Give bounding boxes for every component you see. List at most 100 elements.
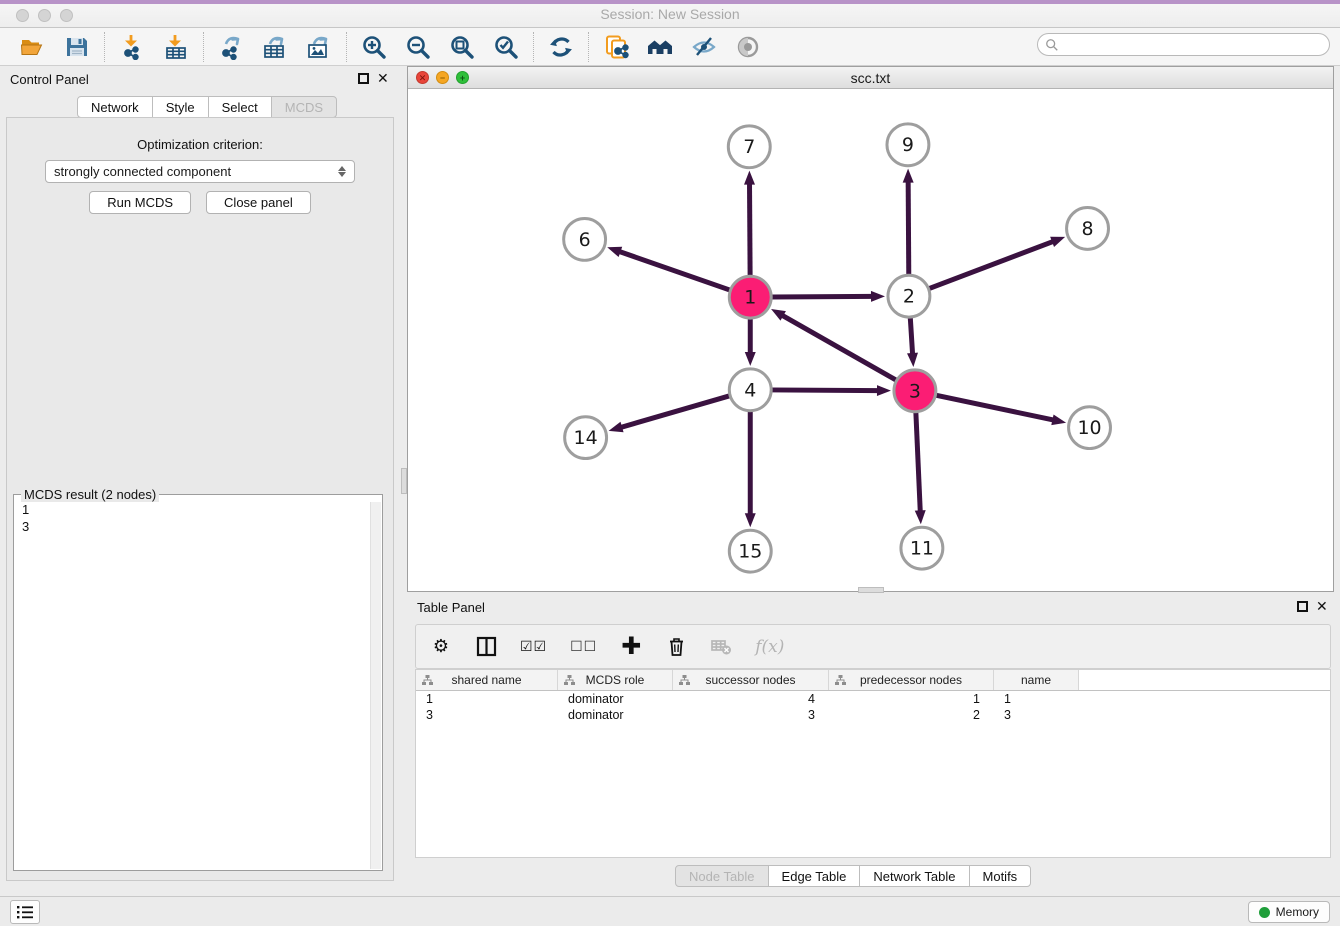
open-session-icon[interactable] (19, 33, 47, 61)
sort-column-icon[interactable] (564, 675, 575, 686)
export-table-icon[interactable] (261, 33, 289, 61)
settings-gear-icon[interactable]: ⚙ (430, 635, 452, 659)
control-panel-float-icon[interactable] (358, 73, 369, 84)
column-header-shared-name[interactable]: shared name (416, 670, 558, 690)
node-table: shared nameMCDS rolesuccessor nodesprede… (415, 669, 1331, 858)
graph-edge-2-9[interactable] (908, 181, 909, 275)
graph-node-label: 9 (902, 134, 914, 156)
graph-edge-2-8[interactable] (929, 241, 1054, 288)
export-image-icon[interactable] (305, 33, 333, 61)
graph-edge-arrowhead (1050, 237, 1065, 247)
tab-style[interactable]: Style (152, 96, 209, 118)
tab-node-table[interactable]: Node Table (675, 865, 769, 887)
window-title: Session: New Session (0, 6, 1340, 22)
table-header-row: shared nameMCDS rolesuccessor nodesprede… (416, 670, 1330, 691)
tab-motifs[interactable]: Motifs (969, 865, 1032, 887)
sort-column-icon[interactable] (679, 675, 690, 686)
table-cell[interactable]: 2 (829, 707, 994, 723)
table-cell[interactable]: 3 (673, 707, 829, 723)
eye-icon[interactable] (734, 33, 762, 61)
deselect-all-icon[interactable]: ☐☐ (570, 635, 597, 659)
tab-network-table[interactable]: Network Table (859, 865, 969, 887)
table-panel-float-icon[interactable] (1297, 601, 1308, 612)
zoom-fit-icon[interactable] (448, 33, 476, 61)
toggle-columns-icon[interactable] (475, 635, 497, 659)
memory-label: Memory (1276, 905, 1319, 919)
table-cell[interactable]: 1 (829, 691, 994, 707)
tab-edge-table[interactable]: Edge Table (768, 865, 861, 887)
table-cell[interactable]: dominator (558, 707, 673, 723)
graph-edge-3-10[interactable] (936, 395, 1054, 420)
horizontal-splitter-handle[interactable] (858, 587, 884, 593)
vertical-splitter-handle[interactable] (401, 468, 407, 494)
graph-edge-2-3[interactable] (910, 318, 912, 355)
column-header-predecessor-nodes[interactable]: predecessor nodes (829, 670, 994, 690)
delete-row-icon[interactable] (665, 635, 687, 659)
control-panel-close-icon[interactable]: ✕ (377, 73, 389, 84)
graph-edge-3-1[interactable] (781, 315, 895, 380)
graph-edge-1-6[interactable] (619, 251, 730, 290)
table-panel-tabs: Node TableEdge TableNetwork TableMotifs (676, 865, 1031, 887)
close-panel-button[interactable]: Close panel (206, 191, 311, 214)
search-input[interactable] (1059, 34, 1329, 55)
graph-edge-4-3[interactable] (772, 390, 879, 391)
graph-edge-1-2[interactable] (772, 296, 873, 297)
table-cell[interactable]: 1 (416, 691, 558, 707)
table-cell[interactable]: 3 (994, 707, 1079, 723)
save-session-icon[interactable] (63, 33, 91, 61)
graph-edge-arrowhead (871, 291, 885, 302)
mcds-result-item[interactable]: 3 (22, 518, 369, 535)
control-panel-title: Control Panel (10, 72, 89, 87)
table-cell[interactable]: 3 (416, 707, 558, 723)
home-icon[interactable] (646, 33, 674, 61)
export-network-icon[interactable] (217, 33, 245, 61)
run-mcds-button[interactable]: Run MCDS (89, 191, 191, 214)
list-icon (16, 904, 34, 920)
result-scrollbar[interactable] (370, 502, 381, 869)
status-bar: Memory (0, 896, 1340, 926)
table-toolbar: ⚙☑☑☐☐✚f(x) (415, 624, 1331, 669)
hide-style-icon[interactable] (690, 33, 718, 61)
network-canvas[interactable]: 7968124314101511 (408, 89, 1333, 591)
graph-node-label: 11 (910, 538, 934, 560)
table-cell[interactable]: dominator (558, 691, 673, 707)
table-panel-close-icon[interactable]: ✕ (1316, 601, 1328, 612)
copy-network-icon[interactable] (602, 33, 630, 61)
graph-edge-4-14[interactable] (620, 396, 729, 428)
column-header-name[interactable]: name (994, 670, 1079, 690)
graph-node-label: 3 (909, 380, 921, 402)
mcds-result-item[interactable]: 1 (22, 501, 369, 518)
import-network-icon[interactable] (118, 33, 146, 61)
add-row-icon[interactable]: ✚ (620, 635, 642, 659)
network-graph[interactable]: 7968124314101511 (408, 89, 1333, 591)
graph-edge-1-7[interactable] (750, 183, 751, 276)
table-row[interactable]: 3dominator323 (416, 707, 1330, 723)
zoom-in-icon[interactable] (360, 33, 388, 61)
table-cell[interactable]: 1 (994, 691, 1079, 707)
network-view-window: ✕ − + scc.txt 7968124314101511 (407, 66, 1334, 592)
tab-mcds[interactable]: MCDS (271, 96, 337, 118)
sort-column-icon[interactable] (835, 675, 846, 686)
memory-button[interactable]: Memory (1248, 901, 1330, 923)
table-row[interactable]: 1dominator411 (416, 691, 1330, 707)
column-header-MCDS-role[interactable]: MCDS role (558, 670, 673, 690)
zoom-selected-icon[interactable] (492, 33, 520, 61)
mcds-result-list[interactable]: 13 (14, 501, 369, 870)
zoom-out-icon[interactable] (404, 33, 432, 61)
apply-layout-icon[interactable] (547, 33, 575, 61)
table-cell[interactable]: 4 (673, 691, 829, 707)
network-window-titlebar[interactable]: ✕ − + scc.txt (408, 67, 1333, 89)
tab-network[interactable]: Network (77, 96, 153, 118)
sort-column-icon[interactable] (422, 675, 433, 686)
tab-select[interactable]: Select (208, 96, 272, 118)
graph-edge-3-11[interactable] (916, 413, 920, 513)
import-table-icon[interactable] (162, 33, 190, 61)
column-header-successor-nodes[interactable]: successor nodes (673, 670, 829, 690)
search-box[interactable] (1037, 33, 1330, 56)
titlebar-accent (0, 0, 1340, 4)
task-history-button[interactable] (10, 900, 40, 924)
optimization-criterion-label: Optimization criterion: (7, 137, 393, 152)
graph-edge-arrowhead (877, 385, 891, 396)
optimization-criterion-select[interactable]: strongly connected component (45, 160, 355, 183)
select-all-icon[interactable]: ☑☑ (520, 635, 547, 659)
